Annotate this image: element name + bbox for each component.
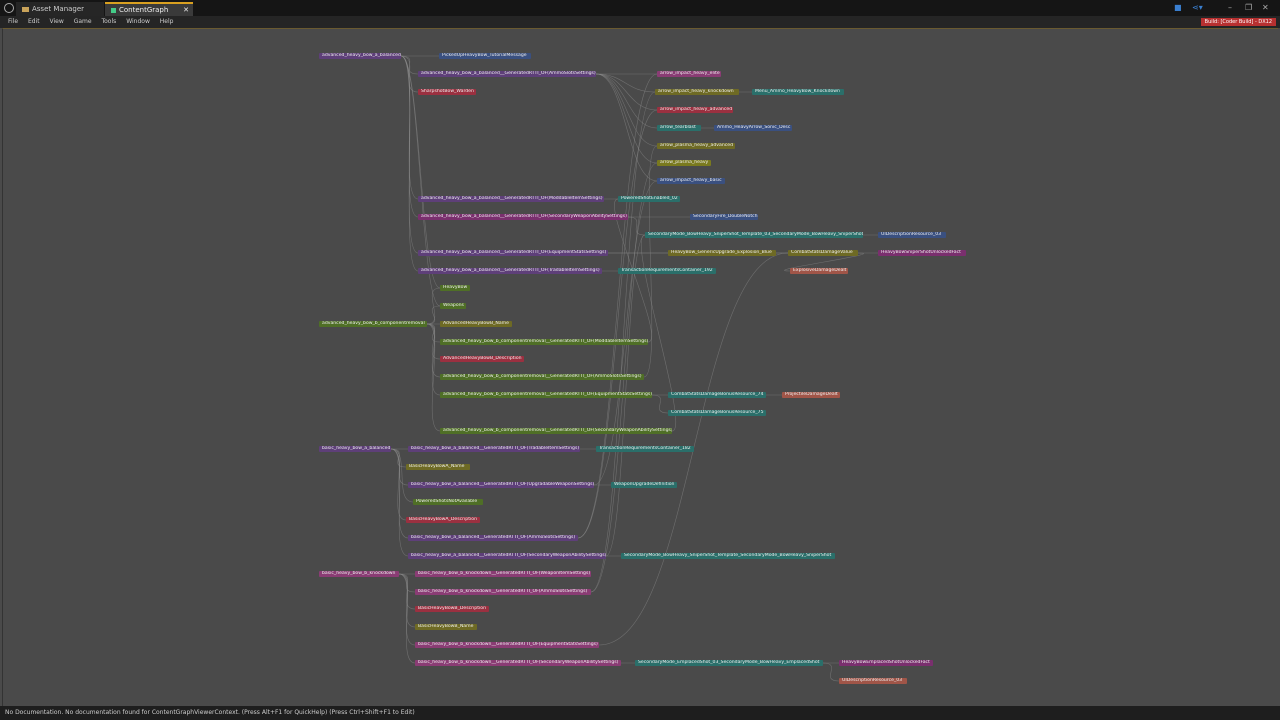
graph-node[interactable]: TransactionRequirementsContainer_192 xyxy=(618,268,716,274)
menu-game[interactable]: Game xyxy=(74,18,92,25)
graph-node[interactable]: basic_heavy_bow_a_balanced__GeneratedRTT… xyxy=(408,446,580,452)
graph-edge xyxy=(400,55,419,272)
graph-node[interactable]: arrow_plasma_heavy xyxy=(657,160,711,166)
menu-bar: File Edit View Game Tools Window Help Bu… xyxy=(0,16,1280,28)
graph-node[interactable]: advanced_heavy_bow_a_balanced__Generated… xyxy=(418,250,608,256)
graph-node[interactable]: HeavyBowSniperShotUnlockedFact xyxy=(878,250,966,256)
menu-file[interactable]: File xyxy=(8,18,18,25)
graph-node[interactable]: AdvancedHeavyBowB_Name xyxy=(440,321,512,327)
graph-node[interactable]: basic_heavy_bow_a_balanced__GeneratedRTT… xyxy=(408,482,594,488)
graph-node[interactable]: BasicHeavyBowB_Name xyxy=(415,624,477,630)
graph-node[interactable]: UIDescriptionResource_03 xyxy=(878,232,946,238)
graph-node[interactable]: basic_heavy_bow_a_balanced xyxy=(319,446,391,452)
graph-edge xyxy=(640,234,677,432)
close-window-icon[interactable]: ✕ xyxy=(1262,0,1269,16)
graph-node[interactable]: basic_heavy_bow_b_knockdown__GeneratedRT… xyxy=(415,589,591,595)
graph-edge xyxy=(398,573,416,646)
graph-node[interactable]: advanced_heavy_bow_a_balanced__Generated… xyxy=(418,268,602,274)
folder-icon xyxy=(22,6,29,12)
graph-node[interactable]: PoweredShotsNotAvailable xyxy=(413,499,483,505)
graph-node[interactable]: CombatStatsDamageBonusResource_74 xyxy=(668,392,766,398)
minimize-icon[interactable]: – xyxy=(1228,0,1232,16)
chat-icon[interactable]: ■ xyxy=(1174,0,1182,16)
maximize-icon[interactable]: ❐ xyxy=(1245,0,1252,16)
graph-node[interactable]: advanced_heavy_bow_a_balanced__Generated… xyxy=(418,71,596,77)
graph-node[interactable]: CombatStatsDamageBonusResource_75 xyxy=(668,410,766,416)
graph-node[interactable]: ProjectileDamageDealt xyxy=(782,392,840,398)
graph-node[interactable]: PoweredShotEnabled_02 xyxy=(618,196,680,202)
graph-node[interactable]: BasicHeavyBowB_Description xyxy=(415,606,489,612)
close-icon[interactable]: ✕ xyxy=(183,4,189,16)
graph-node[interactable]: SecondaryMode_BowHeavy_SniperShot_Templa… xyxy=(621,553,835,559)
graph-node[interactable]: advanced_heavy_bow_b_componentremoval__G… xyxy=(440,374,644,380)
graph-node[interactable]: HeavyBow_GenericUpgrade_Explosion_Blue xyxy=(668,250,776,256)
build-badge: Build: [Coder Build] - DX12 xyxy=(1200,18,1276,26)
graph-node[interactable]: arrow_impact_heavy_elite xyxy=(657,71,721,77)
menu-tools[interactable]: Tools xyxy=(101,18,116,25)
graph-node[interactable]: SecondaryMode_BowHeavy_SniperShot_Templa… xyxy=(645,232,863,238)
tab-label: ContentGraph xyxy=(119,6,169,14)
menu-help[interactable]: Help xyxy=(160,18,174,25)
graph-node[interactable]: basic_heavy_bow_a_balanced__GeneratedRTT… xyxy=(408,553,606,559)
graph-edge xyxy=(390,448,414,503)
graph-node[interactable]: advanced_heavy_bow_a_balanced xyxy=(319,53,401,59)
graph-node[interactable]: advanced_heavy_bow_a_balanced__Generated… xyxy=(418,196,604,202)
graph-node[interactable]: WeaponUpgradeDefinition xyxy=(611,482,677,488)
title-bar: Asset Manager ContentGraph ✕ ■ ⋖▾ – ❐ ✕ xyxy=(0,0,1280,16)
share-icon[interactable]: ⋖▾ xyxy=(1192,0,1203,16)
content-graph-canvas[interactable]: advanced_heavy_bow_a_balanced PickedUpHea… xyxy=(2,28,1278,706)
graph-node[interactable]: basic_heavy_bow_b_knockdown__GeneratedRT… xyxy=(415,660,621,666)
graph-node[interactable]: HeavyBowEmplacedShotUnlockedFact xyxy=(839,660,933,666)
graph-edge xyxy=(595,73,658,147)
menu-edit[interactable]: Edit xyxy=(28,18,40,25)
graph-node[interactable]: Ammo_HeavyArrow_Sonic_Desc xyxy=(714,125,792,131)
graph-wires xyxy=(390,55,878,682)
status-bar: No Documentation. No documentation found… xyxy=(0,706,1280,720)
graph-node[interactable]: arrow_tearblast xyxy=(657,125,701,131)
graph-node[interactable]: arrow_plasma_heavy_advanced xyxy=(657,143,735,149)
menu-view[interactable]: View xyxy=(50,18,64,25)
graph-node[interactable]: SharpshotBow_Warden xyxy=(418,89,476,95)
graph-node[interactable]: SecondaryMode_EmplacedShot_03_SecondaryM… xyxy=(635,660,823,666)
graph-node[interactable]: CombatStatsDamageValue xyxy=(788,250,858,256)
graph-node[interactable]: PickedUpHeavyBow_TutorialMessage xyxy=(439,53,531,59)
app-icon xyxy=(4,3,14,13)
graph-node[interactable]: UIDescriptionResource_03 xyxy=(839,678,907,684)
graph-edge xyxy=(595,73,658,111)
graph-edge xyxy=(651,394,669,414)
graph-node[interactable]: advanced_heavy_bow_b_componentremoval__G… xyxy=(440,392,652,398)
tab-content-graph[interactable]: ContentGraph ✕ xyxy=(105,2,193,16)
graph-node[interactable]: basic_heavy_bow_a_balanced__GeneratedRTT… xyxy=(408,535,578,541)
menu-window[interactable]: Window xyxy=(126,18,150,25)
graph-node[interactable]: advanced_heavy_bow_b_componentremoval xyxy=(319,321,427,327)
graph-edge xyxy=(595,73,658,182)
graph-edge xyxy=(593,180,658,486)
graph-node[interactable]: basic_heavy_bow_b_knockdown__GeneratedRT… xyxy=(415,571,591,577)
tab-label: Asset Manager xyxy=(32,5,85,13)
graph-node[interactable]: advanced_heavy_bow_b_componentremoval__G… xyxy=(440,428,672,434)
graph-node[interactable]: basic_heavy_bow_b_knockdown xyxy=(319,571,399,577)
graph-node[interactable]: basic_heavy_bow_b_knockdown__GeneratedRT… xyxy=(415,642,599,648)
graph-edge xyxy=(398,573,416,664)
graph-node[interactable]: advanced_heavy_bow_b_componentremoval__G… xyxy=(440,339,648,345)
graph-node[interactable]: AdvancedHeavyBowB_Description xyxy=(440,356,524,362)
tab-asset-manager[interactable]: Asset Manager xyxy=(16,2,104,16)
graph-node[interactable]: Menu_Ammo_HeavyBow_Knockdown xyxy=(752,89,844,95)
graph-node[interactable]: TransactionRequirementsContainer_182 xyxy=(596,446,694,452)
graph-node[interactable]: advanced_heavy_bow_a_balanced__Generated… xyxy=(418,214,628,220)
graph-node[interactable]: arrow_impact_heavy_basic xyxy=(657,178,725,184)
graph-node[interactable]: SecondaryFire_DoubleNotch xyxy=(690,214,758,220)
graph-node[interactable]: arrow_impact_heavy_advanced xyxy=(657,107,733,113)
graph-edge xyxy=(822,662,840,682)
graph-edge xyxy=(426,323,441,396)
graph-node[interactable]: HeavyBow xyxy=(440,285,470,291)
graph-node[interactable]: BasicHeavyBowA_Name xyxy=(406,464,470,470)
graph-node[interactable]: Weapons xyxy=(440,303,466,309)
graph-icon xyxy=(111,7,116,13)
graph-node[interactable]: BasicHeavyBowA_Description xyxy=(406,517,480,523)
graph-node[interactable]: ExplosiveDamageDealt xyxy=(790,268,848,274)
graph-node[interactable]: arrow_impact_heavy_knockdown xyxy=(655,89,739,95)
